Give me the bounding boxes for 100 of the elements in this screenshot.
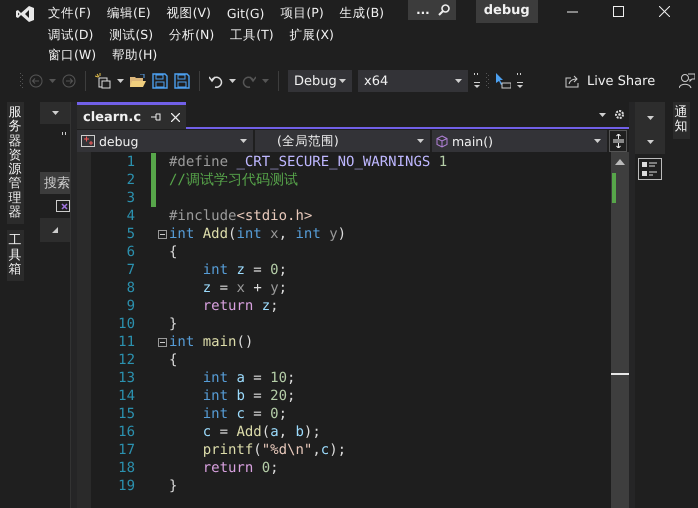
line-number: 6 [126, 244, 135, 260]
project-icon [81, 135, 95, 147]
line-number: 16 [117, 424, 135, 440]
search-field[interactable]: 搜索 [40, 172, 70, 194]
side-tab[interactable]: 工具箱 [6, 230, 24, 282]
side-tab[interactable]: 通知 [672, 102, 690, 139]
menu-item[interactable]: 文件(F) [48, 4, 91, 22]
code-line: int Add(int x, int y) [169, 226, 346, 242]
menu-item[interactable]: 窗口(W) [48, 47, 96, 64]
overflow-icon[interactable] [474, 72, 480, 90]
start-target-icon[interactable] [495, 73, 511, 89]
properties-icon[interactable] [638, 158, 662, 180]
solution-icon[interactable] [56, 200, 70, 212]
line-number: 19 [117, 478, 135, 494]
caret-icon[interactable] [229, 79, 236, 83]
dropdown-caret-icon[interactable] [599, 112, 606, 116]
caret-icon[interactable] [417, 139, 424, 143]
dropdown-caret-icon[interactable] [646, 140, 654, 144]
window-title: debug [476, 0, 538, 23]
menu-item[interactable]: 调试(D) [48, 26, 94, 44]
collapse-icon[interactable] [158, 338, 166, 346]
cube-icon [436, 134, 448, 148]
menu-item[interactable]: 扩展(X) [290, 26, 334, 44]
settings-icon[interactable] [614, 109, 625, 120]
line-number: 18 [117, 460, 135, 476]
line-number: 12 [117, 352, 135, 368]
live-share-button[interactable]: Live Share [565, 74, 656, 88]
scrollbar[interactable] [611, 152, 629, 508]
code-line: return 0; [202, 460, 279, 476]
undo-icon[interactable] [209, 74, 223, 88]
split-icon[interactable] [612, 134, 624, 148]
line-number: 9 [126, 298, 135, 314]
caret-icon[interactable] [594, 139, 601, 143]
share-icon [565, 74, 581, 88]
menu-item[interactable]: 分析(N) [169, 26, 214, 44]
line-number: 4 [126, 208, 135, 224]
configuration-dropdown[interactable]: Debug [288, 70, 352, 92]
menu-item[interactable]: 测试(S) [109, 26, 154, 44]
code-line: z = x + y; [202, 280, 288, 296]
line-number: 7 [126, 262, 135, 278]
code-line: int c = 0; [202, 406, 288, 422]
platform-dropdown[interactable]: x64 [358, 70, 468, 92]
side-tab[interactable]: 服务器资源管理器 [6, 102, 24, 224]
caret-icon[interactable] [240, 139, 247, 143]
line-number: 15 [117, 406, 135, 422]
close-icon[interactable] [659, 6, 670, 16]
menu-item[interactable]: Git(G) [226, 6, 264, 20]
close-icon[interactable] [171, 112, 180, 122]
menu-item[interactable]: 项目(P) [280, 4, 324, 22]
line-number: 17 [117, 442, 135, 458]
code-line: return z; [202, 298, 279, 314]
code-line: c = Add(a, b); [202, 424, 321, 440]
menu-item[interactable]: 视图(V) [166, 4, 211, 22]
file-tab[interactable]: clearn.c [77, 102, 186, 129]
overflow-icon[interactable] [517, 72, 523, 90]
menu-item[interactable]: 生成(B) [340, 4, 384, 22]
overflow-icon[interactable] [62, 132, 66, 135]
code-line: //调试学习代码测试 [169, 171, 298, 189]
line-number: 8 [126, 280, 135, 296]
feedback-icon[interactable] [679, 73, 696, 89]
code-line: int a = 10; [202, 370, 296, 386]
new-project-icon[interactable] [95, 73, 111, 89]
menu-item[interactable]: 帮助(H) [112, 47, 158, 64]
code-line: int main() [169, 334, 254, 350]
resize-corner-icon[interactable] [52, 227, 58, 233]
search-icon [438, 4, 450, 16]
project-dropdown[interactable]: debug [77, 130, 253, 152]
caret-icon[interactable] [117, 79, 124, 83]
code-line: } [169, 316, 178, 332]
code-line: #include<stdio.h> [169, 208, 312, 224]
search-box[interactable]: ... [408, 0, 456, 20]
code-line: int z = 0; [202, 262, 288, 278]
menu-item[interactable]: 编辑(E) [106, 4, 151, 22]
line-number: 11 [117, 334, 135, 350]
dropdown-caret-icon[interactable] [52, 111, 58, 115]
maximize-icon[interactable] [613, 6, 624, 16]
app-logo-icon [16, 5, 34, 23]
scroll-up-icon[interactable] [615, 159, 625, 165]
scope-dropdown[interactable]: (全局范围) [255, 130, 430, 152]
save-icon[interactable] [152, 73, 168, 89]
member-dropdown[interactable]: main() [432, 130, 607, 152]
save-all-icon[interactable] [174, 73, 190, 89]
code-line: { [169, 244, 178, 260]
dropdown-caret-icon[interactable] [646, 116, 654, 120]
code-line: int b = 20; [202, 388, 296, 404]
collapse-icon[interactable] [158, 230, 166, 238]
code-line: } [169, 478, 178, 494]
caret-icon[interactable] [339, 79, 346, 83]
line-number: 13 [117, 370, 135, 386]
line-number: 14 [117, 388, 135, 404]
pin-icon[interactable] [151, 113, 162, 121]
caret-icon[interactable] [455, 79, 462, 83]
code-line: #define _CRT_SECURE_NO_WARNINGS 1 [169, 154, 448, 170]
line-number: 2 [126, 172, 135, 188]
line-number: 5 [126, 226, 135, 242]
open-folder-icon[interactable] [130, 74, 146, 88]
menu-item[interactable]: 工具(T) [230, 26, 274, 44]
caret-position-marker [611, 373, 629, 375]
code-line: { [169, 352, 178, 368]
change-marker [612, 173, 616, 203]
